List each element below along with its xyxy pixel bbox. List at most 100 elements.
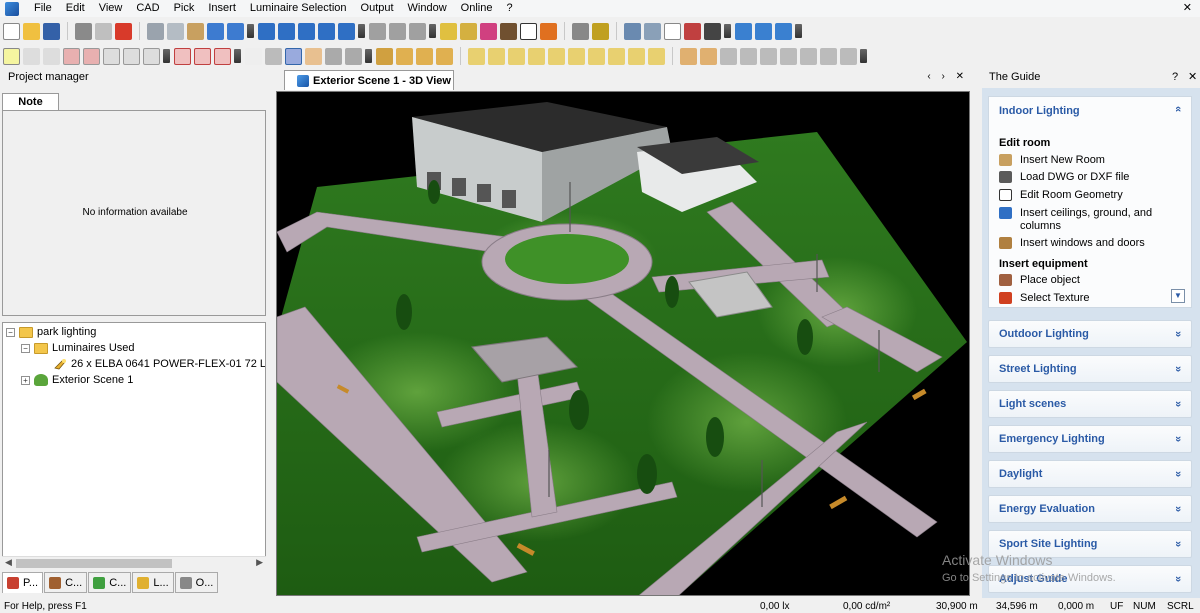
tree-horizontal-scrollbar[interactable]: ◀ ▶ [2,556,266,569]
cut-icon[interactable] [147,22,164,40]
chevron-down-icon[interactable]: » [1170,466,1186,482]
section-street-lighting[interactable]: Street Lighting » [988,355,1192,383]
toolbar-dropdown[interactable] [795,24,802,38]
guide-link-edit-geometry[interactable]: Edit Room Geometry [999,189,1123,202]
guide-link-select-texture[interactable]: Select Texture [999,292,1090,305]
tab-luminaires[interactable]: L... [132,572,174,593]
view-fit-icon[interactable] [588,47,605,65]
chevron-down-icon[interactable]: » [1170,396,1186,412]
toolbar-dropdown[interactable] [860,49,867,63]
room-icon[interactable] [258,22,275,40]
pen-icon[interactable] [520,22,537,40]
menu-pick[interactable]: Pick [167,0,202,17]
print-preview-icon[interactable] [95,22,112,40]
guide-link-insert-room[interactable]: Insert New Room [999,154,1105,167]
orbit-icon[interactable] [285,47,302,65]
view-persp-icon[interactable] [568,47,585,65]
scrollbar-thumb[interactable] [16,559,172,568]
chevron-down-icon[interactable]: » [1170,536,1186,552]
report-icon[interactable] [820,47,837,65]
guide-link-load-dwg[interactable]: Load DWG or DXF file [999,171,1129,184]
tab-exterior-scene-3d[interactable]: Exterior Scene 1 - 3D View [284,70,454,90]
scene-render[interactable] [277,92,970,596]
guide-link-place-object[interactable]: Place object [999,274,1080,287]
print-icon[interactable] [75,22,92,40]
chart-icon[interactable] [740,47,757,65]
pan-hand-icon[interactable] [305,47,322,65]
menu-online[interactable]: Online [454,0,500,17]
tab-colors[interactable]: C... [88,572,132,593]
select-plus-icon[interactable] [23,47,40,65]
grid-icon[interactable] [644,22,661,40]
view-iso-icon[interactable] [548,47,565,65]
menu-view[interactable]: View [92,0,130,17]
help-icon[interactable]: ? [1172,68,1178,86]
section-outdoor-lighting[interactable]: Outdoor Lighting » [988,320,1192,348]
toolbar-dropdown[interactable] [247,24,254,38]
toolbar-dropdown[interactable] [724,24,731,38]
menu-insert[interactable]: Insert [201,0,243,17]
curve-icon[interactable] [780,47,797,65]
color-icon[interactable] [480,22,497,40]
view-side-icon[interactable] [436,47,453,65]
line-icon[interactable] [760,47,777,65]
split-v-icon[interactable] [775,22,792,40]
section-emergency-lighting[interactable]: Emergency Lighting » [988,425,1192,453]
chevron-down-icon[interactable]: » [1170,326,1186,342]
lamp-icon[interactable] [592,22,609,40]
view-bottom-icon[interactable] [528,47,545,65]
measure-icon[interactable] [409,22,426,40]
texture-icon[interactable] [500,22,517,40]
zoom-icon[interactable] [265,47,282,65]
angle-icon[interactable] [174,47,191,65]
menu-output[interactable]: Output [354,0,401,17]
tree-item-luminaire[interactable]: 26 x ELBA 0641 POWER-FLEX-01 72 LED/20 [53,356,265,372]
select-icon[interactable] [3,47,20,65]
document-icon[interactable] [664,22,681,40]
copy-room-icon[interactable] [298,22,315,40]
view-wire-icon[interactable] [648,47,665,65]
select-poly-icon[interactable] [143,47,160,65]
cube-icon[interactable] [318,22,335,40]
snap-icon[interactable] [214,47,231,65]
view-right-icon[interactable] [488,47,505,65]
chevron-down-icon[interactable]: » [1170,361,1186,377]
view-back-icon[interactable] [508,47,525,65]
list-icon[interactable] [800,47,817,65]
scroll-left-icon[interactable]: ◀ [5,557,12,568]
pdf-icon[interactable] [115,22,132,40]
box-icon[interactable] [338,22,355,40]
axis-icon[interactable] [700,47,717,65]
chevron-down-icon[interactable]: » [1170,501,1186,517]
select-type-icon[interactable] [123,47,140,65]
menu-file[interactable]: File [27,0,59,17]
toolbar-dropdown[interactable] [429,24,436,38]
select-minus-icon[interactable] [43,47,60,65]
menu-edit[interactable]: Edit [59,0,92,17]
windows-icon[interactable] [735,22,752,40]
rotate-icon[interactable] [369,22,386,40]
select-all-icon[interactable] [103,47,120,65]
collapse-icon[interactable]: − [6,327,15,337]
section-daylight[interactable]: Daylight » [988,460,1192,488]
link-icon[interactable] [389,22,406,40]
pointer-icon[interactable] [245,47,262,65]
save-icon[interactable] [43,22,60,40]
expand-icon[interactable]: + [21,375,30,385]
section-title[interactable]: Indoor Lighting [999,105,1080,117]
view-ortho-icon[interactable] [628,47,645,65]
collapse-icon[interactable]: − [21,343,30,353]
view-zoom-icon[interactable] [608,47,625,65]
chevron-down-icon[interactable]: » [1170,431,1186,447]
split-h-icon[interactable] [755,22,772,40]
view-nav-controls[interactable]: ‹ › ✕ [927,71,968,82]
close-icon[interactable]: ✕ [1183,1,1192,14]
paste-icon[interactable] [187,22,204,40]
guide-link-insert-windows[interactable]: Insert windows and doors [999,237,1145,250]
menu-help[interactable]: ? [499,0,519,17]
fly-icon[interactable] [345,47,362,65]
wand-icon[interactable] [572,22,589,40]
select-rect-icon[interactable] [63,47,80,65]
ruler-icon[interactable] [680,47,697,65]
pin-icon[interactable] [684,22,701,40]
